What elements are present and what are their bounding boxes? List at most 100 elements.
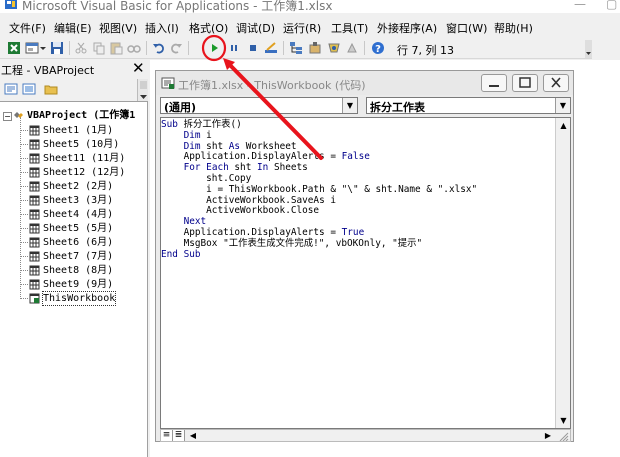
tree-item-label: Sheet12 (12月) [43,167,126,178]
code-maximize-button[interactable] [512,74,538,92]
code-window-title-bar[interactable]: 工作簿1.xlsx - ThisWorkbook (代码) [156,71,573,95]
worksheet-icon [29,223,40,234]
copy-icon[interactable] [92,41,106,55]
tree-connector [21,158,28,159]
project-explorer-icon[interactable] [289,41,303,55]
tree-connector [21,298,28,299]
menu-file[interactable]: 文件(F) [9,20,46,36]
view-excel-icon[interactable] [7,41,21,55]
project-tree-scrollbar[interactable] [137,79,148,101]
tree-connector [21,242,28,243]
project-explorer-title: 工程 - VBAProject [1,64,95,77]
object-combo[interactable]: (通用) ▼ [160,97,358,114]
tree-connector [21,186,28,187]
menu-view[interactable]: 视图(V) [99,20,137,36]
code-line: ActiveWorkbook.Close [206,205,320,217]
scroll-left-icon[interactable]: ◀ [187,430,199,441]
tree-item-label: Sheet7 (7月) [43,251,114,262]
help-icon[interactable]: ? [371,41,385,55]
tree-root-label: VBAProject (工作簿1 [27,110,136,121]
properties-icon[interactable] [308,41,322,55]
tree-connector [21,172,28,173]
reset-icon[interactable] [246,41,260,55]
code-close-button[interactable] [543,74,569,92]
worksheet-icon [29,153,40,164]
worksheet-icon [29,251,40,262]
chevron-down-icon[interactable] [39,41,47,55]
menu-addins[interactable]: 外接程序(A) [377,20,437,36]
worksheet-icon [29,279,40,290]
code-window-icon [161,76,175,90]
worksheet-icon [29,167,40,178]
minimize-button[interactable]: — [574,0,586,11]
view-object-icon[interactable] [22,82,36,96]
tree-item-label: Sheet3 (3月) [43,195,114,206]
menu-debug[interactable]: 调试(D) [236,20,275,36]
code-line: MsgBox "工作表生成文件完成!", vbOKOnly, "提示" [183,237,423,249]
scroll-down-icon[interactable]: ▼ [556,413,570,428]
tree-item-label: Sheet2 (2月) [43,181,114,192]
collapse-toggle-icon[interactable]: − [3,112,12,121]
run-icon[interactable] [207,41,221,55]
menu-window[interactable]: 窗口(W) [446,20,487,36]
toolbar-separator [69,41,70,55]
chevron-down-icon[interactable]: ▼ [555,98,570,113]
code-minimize-button[interactable] [481,74,507,92]
menu-format[interactable]: 格式(O) [189,20,228,36]
find-icon[interactable] [127,41,141,55]
toolbox-icon[interactable] [345,41,359,55]
toggle-folders-icon[interactable] [44,82,58,96]
full-module-view-icon[interactable]: ≣ [173,430,185,441]
cut-icon[interactable] [74,41,88,55]
redo-icon[interactable] [169,41,183,55]
break-icon[interactable] [227,41,241,55]
tree-item-label: Sheet5 (5月) [43,223,114,234]
object-browser-icon[interactable] [327,41,341,55]
menu-tools[interactable]: 工具(T) [331,20,368,36]
window-title: Microsoft Visual Basic for Applications … [22,0,333,13]
restore-button[interactable]: ▢ [606,0,617,11]
toolbar-separator [283,41,284,55]
menu-help[interactable]: 帮助(H) [494,20,533,36]
tree-connector [21,228,28,229]
tree-item-label: Sheet1 (1月) [43,125,114,136]
scroll-right-icon[interactable]: ▶ [542,430,554,441]
code-vertical-scrollbar[interactable]: ▲ ▼ [555,118,570,428]
view-code-icon[interactable] [4,82,18,96]
menu-insert[interactable]: 插入(I) [145,20,179,36]
save-icon[interactable] [50,41,64,55]
paste-icon[interactable] [109,41,123,55]
scroll-up-icon[interactable]: ▲ [556,118,570,133]
standard-toolbar: ? 行 7, 列 13 [0,37,592,59]
tree-item-label: Sheet8 (8月) [43,265,114,276]
code-window-title: 工作簿1.xlsx - ThisWorkbook (代码) [178,79,366,92]
code-editor[interactable]: Sub 拆分工作表() Dim i Dim sht As Worksheet A… [160,117,571,429]
tree-connector [21,270,28,271]
cursor-position: 行 7, 列 13 [397,44,454,57]
menu-bar: 文件(F) 编辑(E) 视图(V) 插入(I) 格式(O) 调试(D) 运行(R… [0,17,620,37]
procedure-combo-value: 拆分工作表 [370,101,425,114]
menu-edit[interactable]: 编辑(E) [54,20,92,36]
code-line: i = ThisWorkbook.Path & "\" & sht.Name &… [206,183,478,195]
procedure-view-icon[interactable]: ≡ [161,430,173,441]
procedure-combo[interactable]: 拆分工作表 ▼ [366,97,571,114]
close-icon[interactable]: ✕ [132,59,145,77]
tree-connector [21,256,28,257]
worksheet-icon [29,237,40,248]
tree-item-label: ThisWorkbook [41,291,117,306]
chevron-down-icon[interactable]: ▼ [342,98,357,113]
tree-connector [21,214,28,215]
code-text[interactable]: Sub 拆分工作表() Dim i Dim sht As Worksheet A… [161,119,478,260]
worksheet-icon [29,125,40,136]
vba-editor-window: Microsoft Visual Basic for Applications … [0,0,620,457]
toolbar-grip-icon[interactable] [585,40,592,58]
undo-icon[interactable] [152,41,166,55]
worksheet-icon [29,209,40,220]
design-mode-icon[interactable] [264,41,278,55]
insert-userform-icon[interactable] [25,41,39,55]
worksheet-icon [29,265,40,276]
resize-grip-icon[interactable] [557,430,569,442]
tree-item-label: Sheet4 (4月) [43,209,114,220]
vba-app-icon [4,0,18,11]
menu-run[interactable]: 运行(R) [283,20,321,36]
